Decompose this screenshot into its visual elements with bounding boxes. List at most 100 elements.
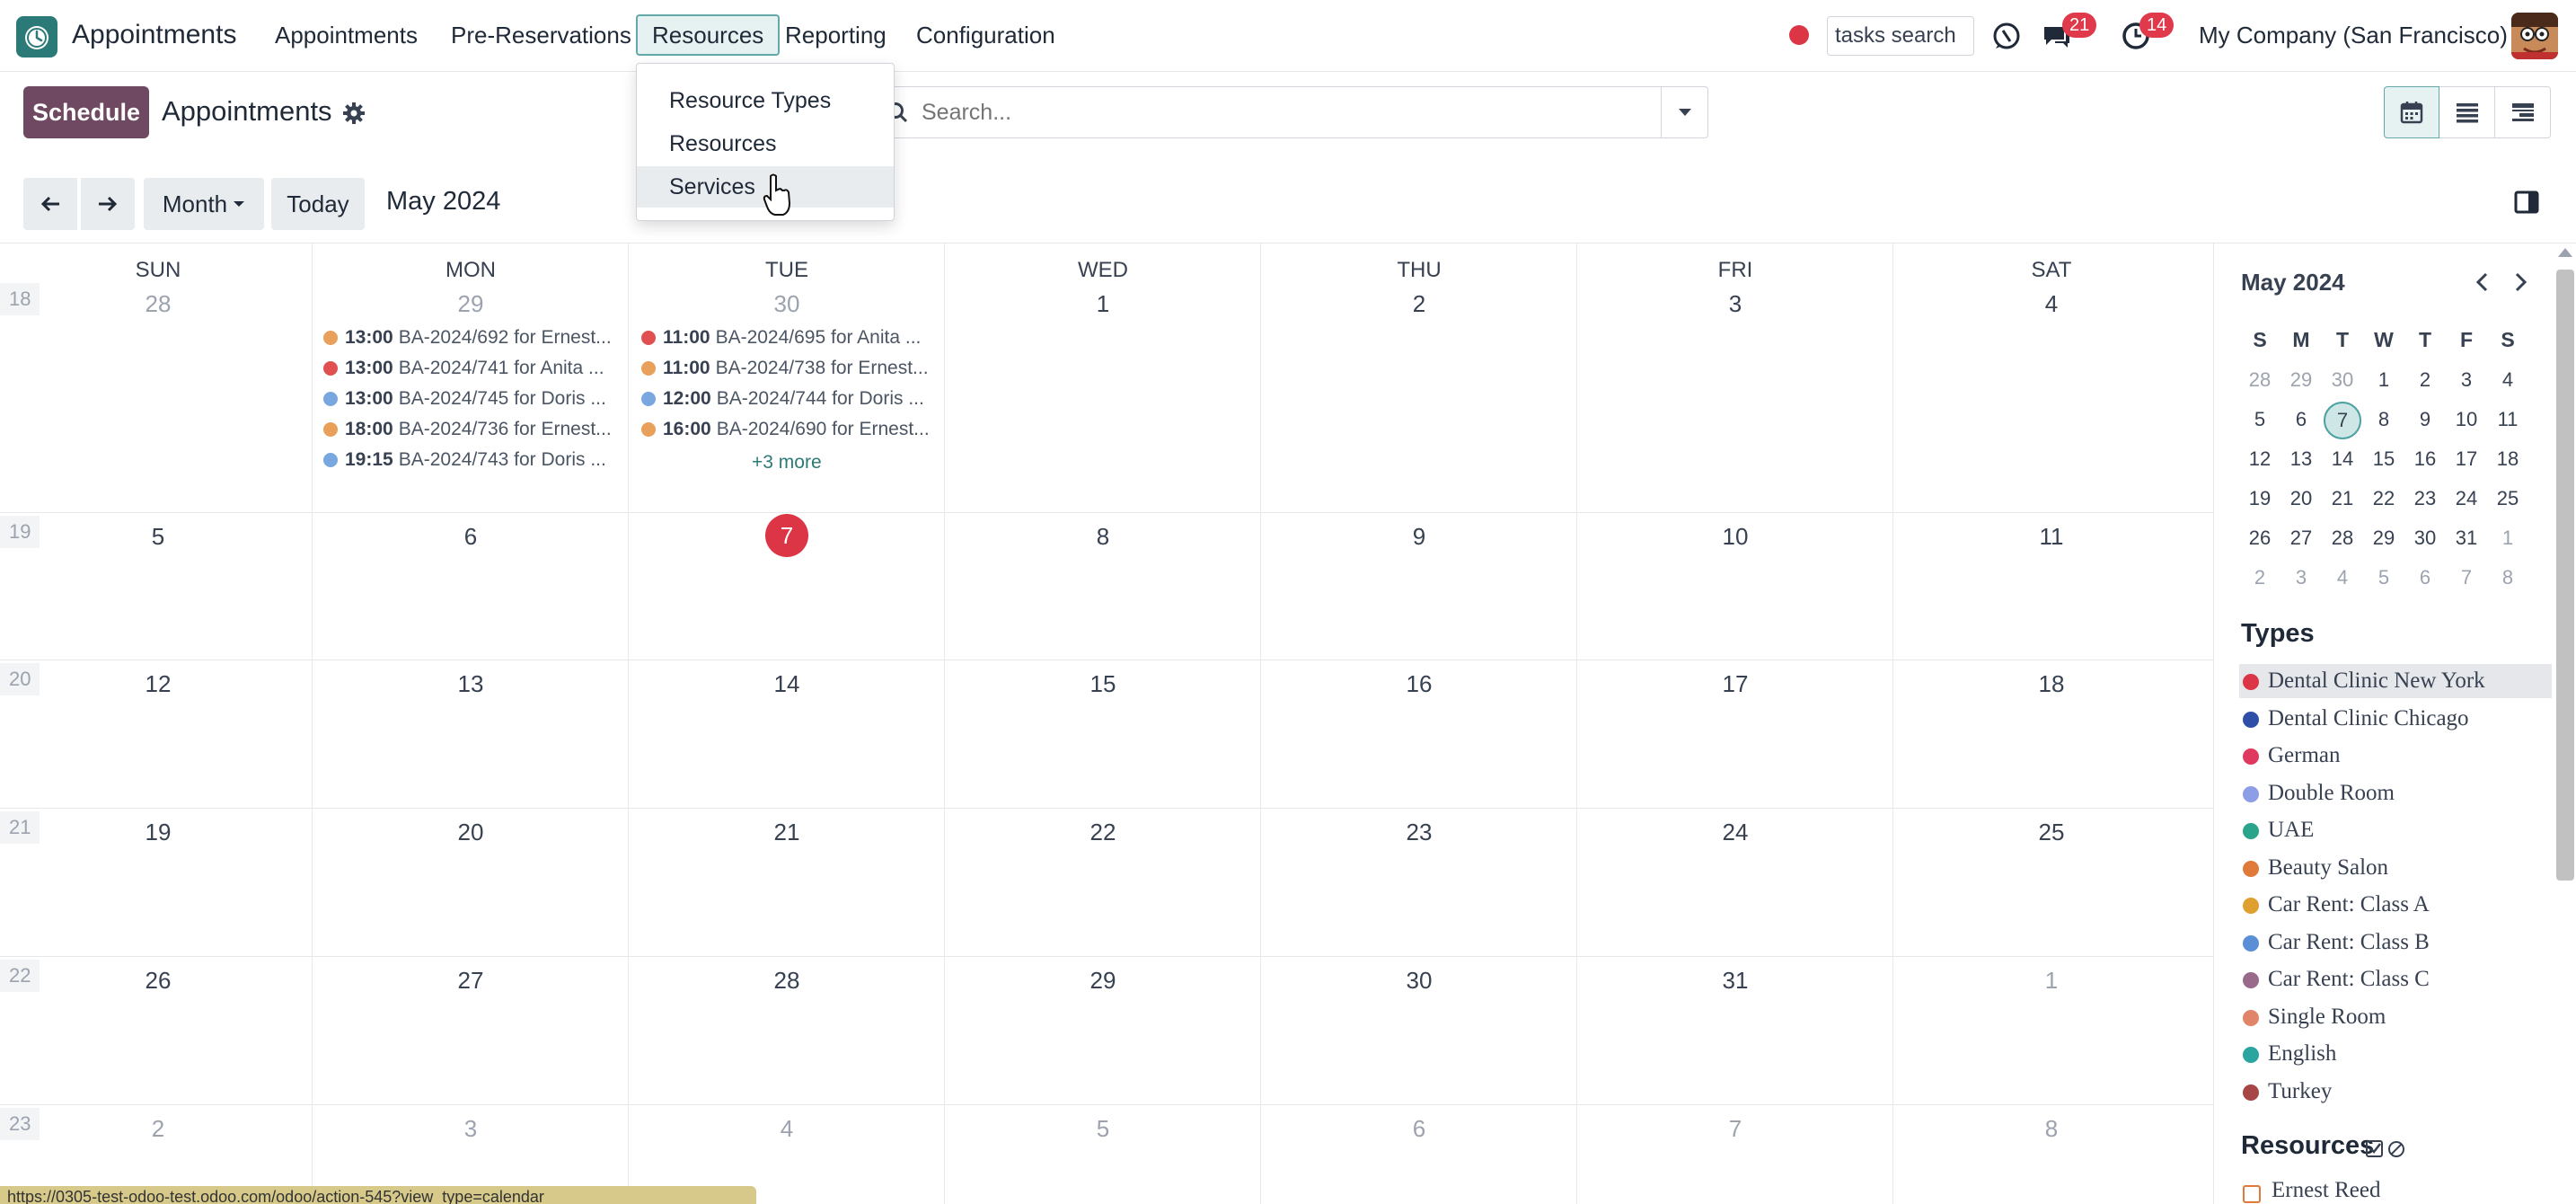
user-avatar[interactable] — [2511, 13, 2558, 59]
type-filter-item[interactable]: Dental Clinic New York — [2239, 664, 2552, 698]
type-filter-item[interactable]: Dental Clinic Chicago — [2239, 702, 2552, 736]
nav-pre-reservations[interactable]: Pre-Reservations — [437, 14, 646, 56]
voip-icon[interactable] — [1990, 20, 2023, 52]
mini-day[interactable]: 24 — [2446, 481, 2487, 517]
scroll-up-arrow[interactable] — [2558, 248, 2572, 257]
mini-day[interactable]: 29 — [2280, 362, 2322, 398]
view-list-button[interactable] — [2439, 86, 2495, 138]
day-number[interactable]: 3 — [1577, 290, 1893, 318]
type-filter-item[interactable]: Car Rent: Class A — [2239, 888, 2552, 922]
next-button[interactable] — [81, 178, 135, 230]
mini-day[interactable]: 30 — [2322, 362, 2363, 398]
day-number[interactable]: 9 — [1261, 523, 1577, 551]
mini-day[interactable]: 19 — [2239, 481, 2280, 517]
day-number[interactable]: 5 — [945, 1115, 1261, 1143]
mini-day[interactable]: 6 — [2280, 402, 2322, 438]
type-filter-item[interactable]: Turkey — [2239, 1075, 2552, 1109]
day-number[interactable]: 11 — [1893, 523, 2210, 551]
mini-day[interactable]: 4 — [2487, 362, 2528, 398]
mini-day[interactable]: 22 — [2363, 481, 2404, 517]
mini-day[interactable]: 27 — [2280, 520, 2322, 556]
day-number[interactable]: 20 — [313, 819, 629, 846]
day-number[interactable]: 28 — [629, 967, 945, 995]
type-filter-item[interactable]: Double Room — [2239, 776, 2552, 810]
mini-day[interactable]: 2 — [2404, 362, 2446, 398]
day-number[interactable]: 15 — [945, 670, 1261, 698]
day-number[interactable]: 6 — [1261, 1115, 1577, 1143]
type-filter-item[interactable]: Single Room — [2239, 1000, 2552, 1034]
day-number[interactable]: 30 — [629, 290, 945, 318]
view-gantt-button[interactable] — [2495, 86, 2551, 138]
mini-day[interactable]: 28 — [2322, 520, 2363, 556]
mini-day[interactable]: 2 — [2239, 560, 2280, 596]
company-switcher[interactable]: My Company (San Francisco) — [2199, 22, 2508, 49]
calendar-event[interactable]: 19:15 BA-2024/743 for Doris ... — [323, 445, 620, 475]
calendar-event[interactable]: 11:00 BA-2024/738 for Ernest... — [641, 353, 938, 384]
schedule-button[interactable]: Schedule — [23, 86, 149, 138]
mini-day[interactable]: 31 — [2446, 520, 2487, 556]
view-calendar-button[interactable] — [2384, 86, 2439, 138]
mini-day[interactable]: 7 — [2446, 560, 2487, 596]
day-number[interactable]: 7 — [1577, 1115, 1893, 1143]
day-number[interactable]: 10 — [1577, 523, 1893, 551]
day-number[interactable]: 16 — [1261, 670, 1577, 698]
type-filter-item[interactable]: Car Rent: Class C — [2239, 962, 2552, 996]
mini-day[interactable]: 1 — [2363, 362, 2404, 398]
day-number[interactable]: 8 — [1893, 1115, 2210, 1143]
mini-next-icon[interactable] — [2507, 269, 2534, 296]
calendar-event[interactable]: 18:00 BA-2024/736 for Ernest... — [323, 414, 620, 445]
mini-day[interactable]: 17 — [2446, 441, 2487, 477]
mini-day[interactable]: 15 — [2363, 441, 2404, 477]
day-number[interactable]: 2 — [0, 1115, 316, 1143]
calendar-event[interactable]: 13:00 BA-2024/745 for Doris ... — [323, 384, 620, 414]
mini-day[interactable]: 3 — [2280, 560, 2322, 596]
mini-day[interactable]: 25 — [2487, 481, 2528, 517]
calendar-event[interactable]: 11:00 BA-2024/695 for Anita ... — [641, 323, 938, 353]
record-indicator-icon[interactable] — [1789, 25, 1809, 45]
day-number[interactable]: 27 — [313, 967, 629, 995]
type-filter-item[interactable]: English — [2239, 1037, 2552, 1071]
day-number[interactable]: 4 — [1893, 290, 2210, 318]
day-number[interactable]: 28 — [0, 290, 316, 318]
mini-day[interactable]: 16 — [2404, 441, 2446, 477]
mini-day[interactable]: 8 — [2363, 402, 2404, 438]
day-number[interactable]: 26 — [0, 967, 316, 995]
day-number[interactable]: 30 — [1261, 967, 1577, 995]
mini-day[interactable]: 26 — [2239, 520, 2280, 556]
day-number[interactable]: 1 — [1893, 967, 2210, 995]
day-number[interactable]: 25 — [1893, 819, 2210, 846]
day-number[interactable]: 3 — [313, 1115, 629, 1143]
day-number[interactable]: 4 — [629, 1115, 945, 1143]
nav-appointments[interactable]: Appointments — [260, 14, 432, 56]
mini-day[interactable]: 21 — [2322, 481, 2363, 517]
calendar-event[interactable]: 16:00 BA-2024/690 for Ernest... — [641, 414, 938, 445]
mini-day[interactable]: 13 — [2280, 441, 2322, 477]
mini-day[interactable]: 29 — [2363, 520, 2404, 556]
mini-day[interactable]: 1 — [2487, 520, 2528, 556]
day-number[interactable]: 8 — [945, 523, 1261, 551]
day-number[interactable]: 29 — [945, 967, 1261, 995]
previous-button[interactable] — [23, 178, 77, 230]
more-events-link[interactable]: +3 more — [752, 452, 822, 474]
side-panel-scrollbar[interactable] — [2556, 270, 2574, 881]
day-number[interactable]: 6 — [313, 523, 629, 551]
type-filter-item[interactable]: Car Rent: Class B — [2239, 925, 2552, 960]
day-number[interactable]: 2 — [1261, 290, 1577, 318]
calendar-event[interactable]: 13:00 BA-2024/741 for Anita ... — [323, 353, 620, 384]
resource-checkbox[interactable] — [2243, 1185, 2261, 1203]
app-icon[interactable] — [16, 16, 57, 58]
day-number[interactable]: 1 — [945, 290, 1261, 318]
mini-day[interactable]: 9 — [2404, 402, 2446, 438]
mini-day[interactable]: 14 — [2322, 441, 2363, 477]
day-number[interactable]: 18 — [1893, 670, 2210, 698]
day-number[interactable]: 21 — [629, 819, 945, 846]
type-filter-item[interactable]: German — [2239, 739, 2552, 773]
scale-dropdown[interactable]: Month — [144, 178, 264, 230]
mini-day[interactable]: 12 — [2239, 441, 2280, 477]
day-number[interactable]: 19 — [0, 819, 316, 846]
type-filter-item[interactable]: Beauty Salon — [2239, 851, 2552, 885]
mini-day[interactable]: 6 — [2404, 560, 2446, 596]
day-number[interactable]: 22 — [945, 819, 1261, 846]
select-all-icon[interactable] — [2365, 1138, 2406, 1160]
mini-day[interactable]: 4 — [2322, 560, 2363, 596]
